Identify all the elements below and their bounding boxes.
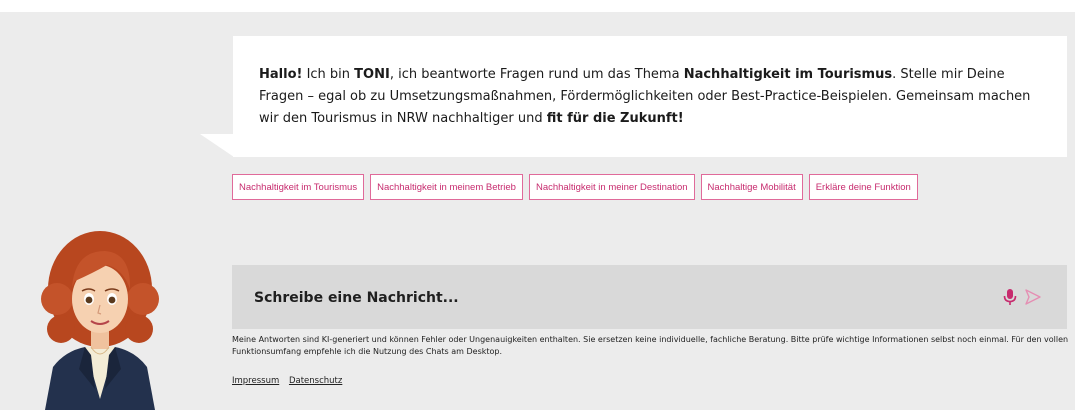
suggestion-chips: Nachhaltigkeit im Tourismus Nachhaltigke… [232,174,1032,200]
greeting-part-1: Ich bin [302,67,355,82]
chip-nachhaltigkeit-betrieb[interactable]: Nachhaltigkeit in meinem Betrieb [370,174,523,200]
bubble-tail [200,134,234,157]
chip-nachhaltige-mobilitaet[interactable]: Nachhaltige Mobilität [700,174,803,200]
send-icon[interactable] [1024,288,1042,306]
microphone-icon[interactable] [1002,288,1018,306]
greeting-bubble: Hallo! Ich bin TONI, ich beantworte Frag… [233,36,1067,157]
chip-nachhaltigkeit-destination[interactable]: Nachhaltigkeit in meiner Destination [528,174,695,200]
avatar [41,231,159,410]
greeting-part-2: , ich beantworte Fragen rund um das Them… [389,67,684,82]
footer-links: Impressum Datenschutz [232,376,349,386]
message-input[interactable] [252,285,956,311]
greeting-text: Hallo! Ich bin TONI, ich beantworte Frag… [259,64,1049,130]
greeting-closing: fit für die Zukunft! [546,111,684,126]
bot-name: TONI [354,67,390,82]
greeting-hello: Hallo! [259,67,303,82]
impressum-link[interactable]: Impressum [232,376,279,386]
disclaimer-text: Meine Antworten sind KI-generiert und kö… [232,335,1069,356]
chat-widget: Hallo! Ich bin TONI, ich beantworte Frag… [0,12,1075,410]
topic-name: Nachhaltigkeit im Tourismus [683,67,893,82]
message-composer [232,265,1067,329]
datenschutz-link[interactable]: Datenschutz [289,376,342,386]
chip-erklaere-funktion[interactable]: Erkläre deine Funktion [808,174,918,200]
chip-nachhaltigkeit-tourismus[interactable]: Nachhaltigkeit im Tourismus [232,174,365,200]
